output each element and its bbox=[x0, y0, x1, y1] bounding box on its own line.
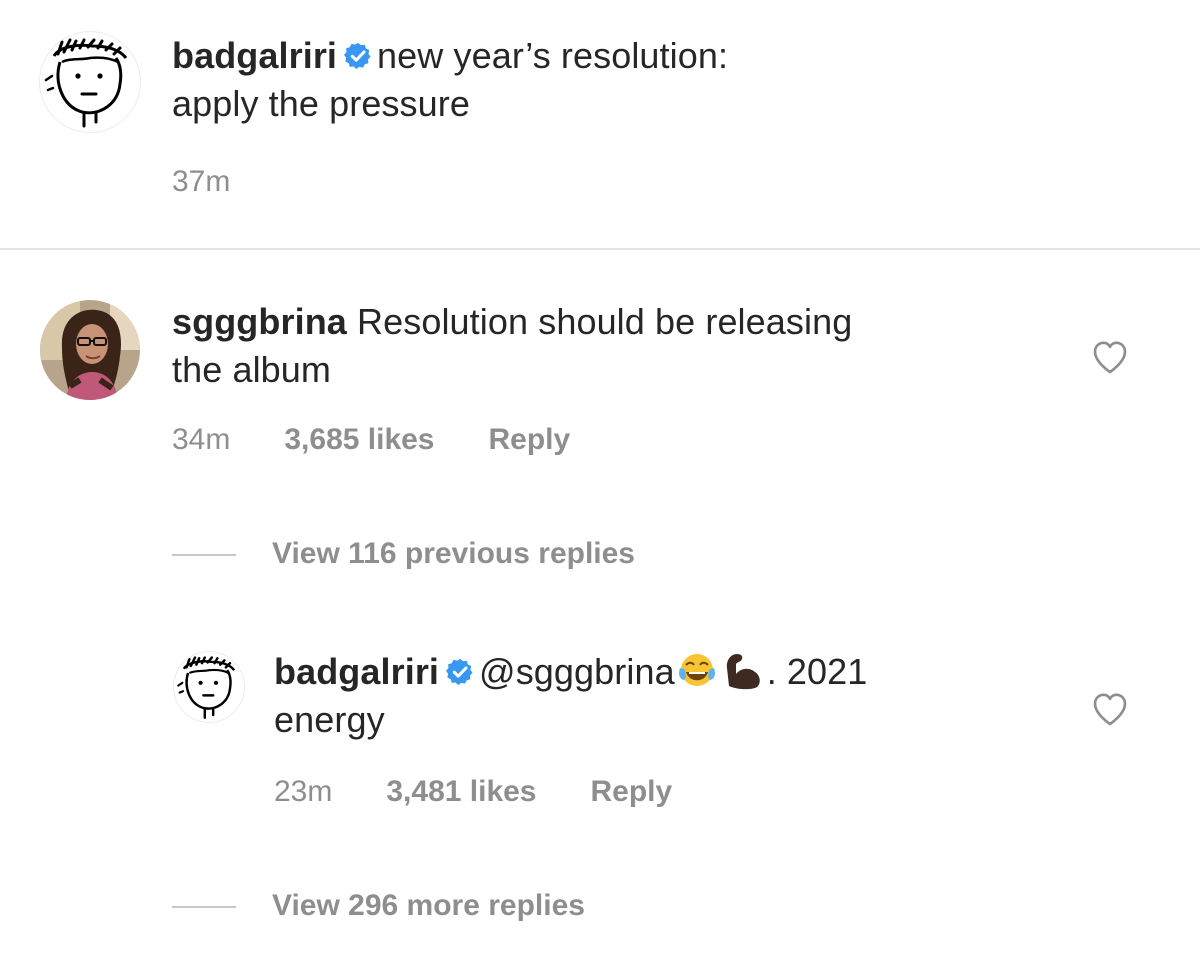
flexed-biceps-icon bbox=[721, 650, 765, 690]
comment-text-line1: Resolution should be releasing bbox=[357, 301, 853, 342]
avatar-badgalriri[interactable] bbox=[40, 32, 140, 132]
avatar-badgalriri-reply[interactable] bbox=[174, 652, 244, 722]
like-heart-icon[interactable] bbox=[1092, 340, 1128, 374]
comment-meta: 34m 3,685 likes Reply bbox=[172, 420, 624, 460]
view-previous-replies-label: View 116 previous replies bbox=[272, 537, 635, 570]
caption-meta: 37m bbox=[172, 162, 284, 202]
reply-text: badgalriri @sgggbrina . 2021 energy bbox=[274, 648, 1054, 744]
comment-timestamp[interactable]: 34m bbox=[172, 423, 230, 456]
doodle-face-avatar-icon bbox=[177, 656, 236, 720]
reply-mention-link[interactable]: @sgggbrina bbox=[479, 651, 675, 692]
reply-meta: 23m 3,481 likes Reply bbox=[274, 772, 726, 812]
reply-reply-button[interactable]: Reply bbox=[591, 775, 673, 808]
view-more-replies-button[interactable]: View 296 more replies bbox=[172, 886, 585, 926]
reply-timestamp[interactable]: 23m bbox=[274, 775, 332, 808]
comment-text: sgggbrina Resolution should be releasing… bbox=[172, 298, 1052, 394]
caption-text-line1: new year’s resolution: bbox=[377, 35, 729, 76]
reply-username[interactable]: badgalriri bbox=[274, 651, 439, 692]
avatar-sgggbrina[interactable] bbox=[40, 300, 140, 400]
face-with-tears-of-joy-icon bbox=[677, 652, 717, 690]
comment-reply-button[interactable]: Reply bbox=[489, 423, 571, 456]
reply-text-line2: energy bbox=[274, 699, 385, 740]
comment-text-line2: the album bbox=[172, 349, 331, 390]
doodle-face-avatar-icon bbox=[44, 38, 128, 128]
replies-divider-line bbox=[172, 554, 236, 557]
reply-text-line1-end: . 2021 bbox=[766, 651, 868, 692]
caption-text: badgalriri new year’s resolution: apply t… bbox=[172, 32, 1132, 128]
verified-badge-icon bbox=[343, 41, 373, 71]
reply-likes[interactable]: 3,481 likes bbox=[386, 775, 536, 808]
comment-likes[interactable]: 3,685 likes bbox=[284, 423, 434, 456]
profile-photo-icon bbox=[40, 300, 140, 400]
section-divider bbox=[0, 248, 1200, 250]
view-more-replies-label: View 296 more replies bbox=[272, 889, 585, 922]
view-previous-replies-button[interactable]: View 116 previous replies bbox=[172, 534, 635, 574]
caption-text-line2: apply the pressure bbox=[172, 83, 470, 124]
verified-badge-icon bbox=[445, 657, 475, 687]
like-heart-icon[interactable] bbox=[1092, 692, 1128, 726]
caption-username[interactable]: badgalriri bbox=[172, 35, 337, 76]
comment-username[interactable]: sgggbrina bbox=[172, 301, 347, 342]
caption-timestamp[interactable]: 37m bbox=[172, 165, 230, 198]
replies-divider-line bbox=[172, 906, 236, 909]
